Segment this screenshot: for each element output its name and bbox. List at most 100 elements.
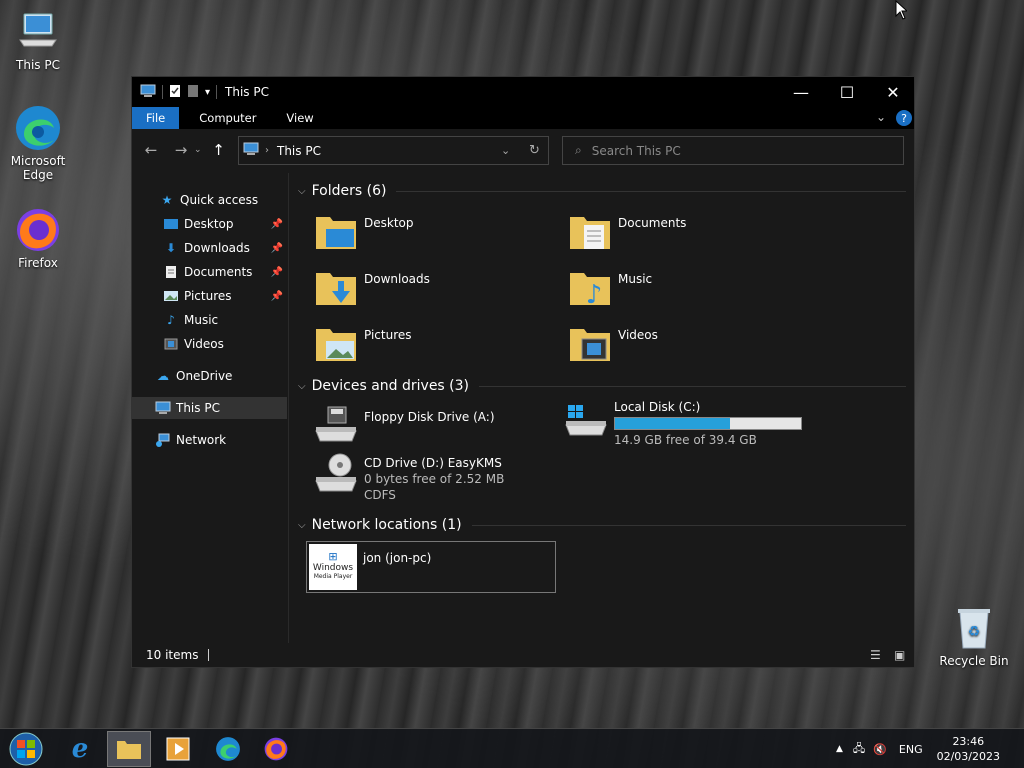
start-button[interactable]: [4, 731, 48, 767]
nav-quick-access[interactable]: ★ Quick access: [132, 189, 287, 211]
close-button[interactable]: ✕: [870, 77, 916, 107]
svg-text:♻: ♻: [968, 624, 981, 640]
folder-desktop[interactable]: Desktop: [314, 209, 554, 253]
folder-downloads[interactable]: Downloads: [314, 265, 554, 309]
refresh-icon[interactable]: ↻: [529, 143, 540, 158]
nav-onedrive[interactable]: ☁ OneDrive: [132, 365, 287, 387]
input-language[interactable]: ENG: [899, 743, 923, 756]
maximize-button[interactable]: ☐: [824, 77, 870, 107]
taskbar-file-explorer[interactable]: [107, 731, 151, 767]
collapse-chevron-icon[interactable]: ⌵: [298, 186, 306, 197]
new-folder-quick-icon[interactable]: [187, 84, 199, 101]
volume-muted-icon[interactable]: 🔇: [873, 743, 887, 756]
clock[interactable]: 23:46 02/03/2023: [937, 734, 1000, 764]
desktop-icon-edge[interactable]: Microsoft Edge: [0, 104, 76, 182]
desktop-icon-recycle-bin[interactable]: ♻ Recycle Bin: [936, 604, 1012, 668]
search-input[interactable]: Search This PC: [592, 144, 681, 158]
breadcrumb[interactable]: This PC: [277, 144, 321, 158]
details-view-icon[interactable]: ☰: [870, 648, 881, 662]
search-box[interactable]: ⌕ Search This PC: [562, 136, 904, 165]
customize-quick-access-icon[interactable]: ▾: [205, 87, 210, 98]
drive-free-space: 0 bytes free of 2.52 MB: [364, 472, 505, 486]
section-devices[interactable]: ⌵ Devices and drives (3): [298, 377, 906, 395]
item-count: 10 items: [146, 648, 199, 662]
system-tray: ▲ 🖧 🔇 ENG 23:46 02/03/2023: [836, 729, 1000, 768]
nav-item-videos[interactable]: Videos: [132, 333, 287, 355]
taskbar-internet-explorer[interactable]: e: [58, 731, 102, 767]
address-bar[interactable]: › This PC ⌄ ↻: [238, 136, 549, 165]
drive-cd-d[interactable]: CD Drive (D:) EasyKMS 0 bytes free of 2.…: [314, 451, 594, 503]
nav-this-pc[interactable]: This PC: [132, 397, 287, 419]
desktop-icon-label: Firefox: [18, 256, 58, 270]
tab-view[interactable]: View: [272, 107, 327, 129]
large-icons-view-icon[interactable]: ▣: [894, 648, 905, 662]
computer-icon: [154, 400, 172, 416]
nav-item-downloads[interactable]: ⬇ Downloads 📌: [132, 237, 287, 259]
section-header: Folders (6): [311, 183, 387, 199]
media-player-icon: [166, 737, 190, 761]
star-icon: ★: [161, 193, 173, 207]
drive-floppy[interactable]: Floppy Disk Drive (A:): [314, 403, 554, 447]
windows-drive-icon: [564, 397, 608, 441]
forward-button[interactable]: →: [168, 141, 194, 159]
nav-item-pictures[interactable]: Pictures 📌: [132, 285, 287, 307]
pin-icon[interactable]: 📌: [271, 243, 283, 254]
folder-pictures[interactable]: Pictures: [314, 321, 554, 365]
collapse-chevron-icon[interactable]: ⌵: [298, 381, 306, 392]
title-bar[interactable]: ▾ This PC — ☐ ✕: [132, 77, 914, 107]
recent-locations-button[interactable]: ⌄: [194, 145, 202, 155]
clock-date: 02/03/2023: [936, 750, 1000, 763]
drive-usage-bar: [614, 417, 802, 430]
file-explorer-window: ▾ This PC — ☐ ✕ File Computer View ⌄ ? ←…: [131, 76, 915, 668]
back-button[interactable]: ←: [138, 141, 164, 159]
recycle-bin-icon: ♻: [950, 604, 998, 652]
network-icon: [154, 432, 172, 448]
desktop-icon-label: Microsoft Edge: [10, 154, 66, 182]
help-icon[interactable]: ?: [896, 110, 912, 126]
taskbar-edge[interactable]: [206, 731, 250, 767]
expand-ribbon-icon[interactable]: ⌄: [876, 110, 886, 124]
minimize-button[interactable]: —: [778, 77, 824, 107]
status-bar: 10 items ☰ ▣: [132, 643, 914, 667]
section-folders[interactable]: ⌵ Folders (6): [298, 182, 906, 200]
desktop-icon-this-pc[interactable]: This PC: [0, 8, 76, 72]
clock-time: 23:46: [952, 735, 985, 748]
network-status-icon[interactable]: 🖧: [853, 740, 865, 759]
firefox-icon: [264, 737, 288, 761]
drive-name: Local Disk (C:): [614, 400, 701, 414]
nav-item-desktop[interactable]: Desktop 📌: [132, 213, 287, 235]
nav-item-documents[interactable]: Documents 📌: [132, 261, 287, 283]
pin-icon[interactable]: 📌: [271, 291, 283, 302]
tab-computer[interactable]: Computer: [179, 107, 272, 129]
address-dropdown-icon[interactable]: ⌄: [501, 144, 510, 157]
pin-icon[interactable]: 📌: [271, 267, 283, 278]
folder-icon: [568, 209, 612, 253]
section-header: Network locations (1): [311, 517, 462, 533]
pictures-icon: [162, 288, 180, 304]
show-hidden-icons-button[interactable]: ▲: [836, 744, 843, 754]
desktop-icon-firefox[interactable]: Firefox: [0, 206, 76, 270]
folder-documents[interactable]: Documents: [568, 209, 808, 253]
music-note-icon: ♪: [167, 313, 175, 327]
computer-icon: [14, 8, 62, 56]
section-network-locations[interactable]: ⌵ Network locations (1): [298, 516, 906, 534]
svg-text:♪: ♪: [586, 280, 603, 309]
folder-music[interactable]: ♪ Music: [568, 265, 808, 310]
folder-videos[interactable]: Videos: [568, 321, 808, 365]
pin-icon[interactable]: 📌: [271, 219, 283, 230]
folder-icon: [314, 265, 358, 309]
taskbar-firefox[interactable]: [254, 731, 298, 767]
cd-drive-icon: [314, 451, 358, 495]
collapse-chevron-icon[interactable]: ⌵: [298, 520, 306, 531]
properties-quick-icon[interactable]: [169, 84, 181, 101]
network-location-jon[interactable]: ⊞ Windows Media Player jon (jon-pc): [306, 541, 556, 593]
nav-network[interactable]: Network: [132, 429, 287, 451]
drive-local-c[interactable]: Local Disk (C:) 14.9 GB free of 39.4 GB: [564, 397, 864, 448]
tab-file[interactable]: File: [132, 107, 180, 129]
floppy-drive-icon: [314, 403, 358, 447]
content-pane: ⌵ Folders (6) Desktop Documents Download…: [290, 173, 914, 643]
folder-icon: ♪: [568, 265, 612, 310]
taskbar-media-player[interactable]: [156, 731, 200, 767]
up-button[interactable]: ↑: [206, 141, 232, 159]
nav-item-music[interactable]: ♪ Music: [132, 309, 287, 331]
